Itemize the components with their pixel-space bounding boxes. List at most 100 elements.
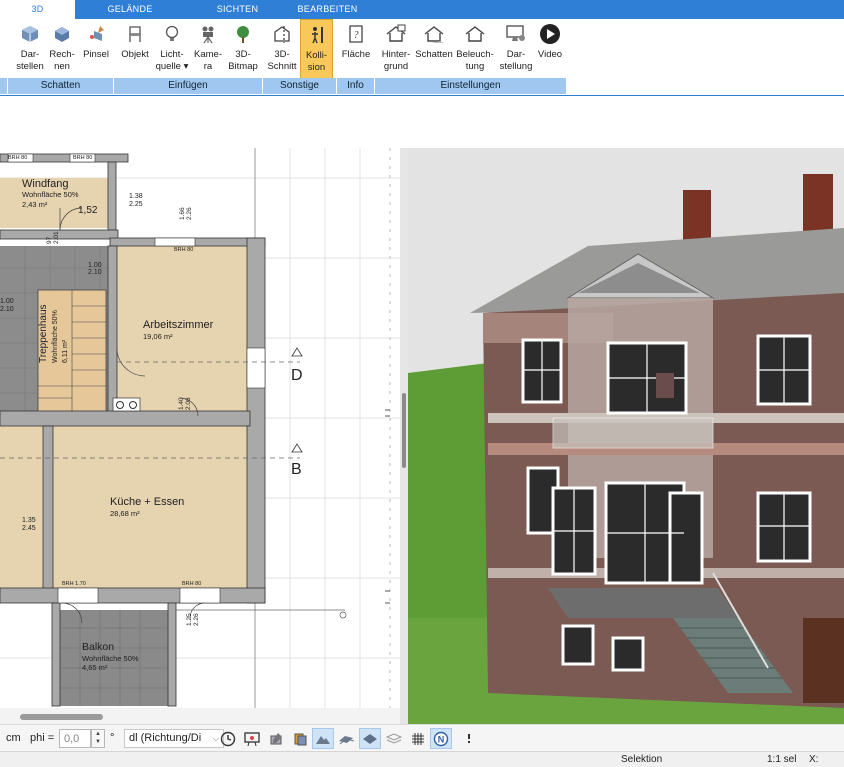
phi-input[interactable] [59,729,91,748]
north-icon[interactable]: N [430,728,452,749]
3d-schnitt-label-1: 3D- [274,49,290,60]
splitter-handle[interactable] [402,393,406,468]
brh-label-2: BRH 80 [73,155,92,161]
arbeitszimmer-size: 19,06 m² [143,332,173,341]
plane-icon[interactable] [359,728,381,749]
tab-sichten[interactable]: SICHTEN [205,0,270,19]
dim-225: 2.25 [129,201,143,208]
direction-select[interactable]: dl (Richtung/Di ⌵ [124,729,224,748]
video-button[interactable]: Video [535,19,565,81]
ribbon-tab-bar: 3D GELÄNDE SICHTEN BEARBEITEN [0,0,844,19]
layers-icon[interactable] [383,728,405,749]
3d-schnitt-button[interactable]: 3D- Schnitt [265,19,299,81]
objekt-button[interactable]: Objekt [118,19,152,81]
scrollbar-thumb[interactable] [20,714,103,720]
dim-140: 1.40 [178,397,185,410]
dim-226-b: 2.26 [193,613,200,626]
windfang-size: 2,43 m² [22,200,48,209]
presentation-icon[interactable] [241,728,263,749]
tab-gelaende[interactable]: GELÄNDE [95,0,165,19]
schatten-label: Schatten [415,49,453,60]
group-sonstige: Sonstige [263,78,337,94]
kollision-button[interactable]: Kolli- sion [300,19,333,81]
house-background-icon [386,24,406,42]
tree-icon [237,26,249,43]
darstellung-button[interactable]: Dar- stellung [496,19,536,81]
terrain-icon[interactable] [312,728,334,749]
group-stub [0,78,8,94]
chevron-down-icon[interactable]: ▼ [92,738,104,746]
3d-schnitt-label-2: Schnitt [267,61,297,72]
more-vertical-icon[interactable] [458,728,480,749]
brh-label-5: BRH 80 [182,581,201,587]
dim-206: 2.06 [185,397,192,410]
plan-horizontal-scrollbar[interactable] [0,708,400,724]
group-info: Info [337,78,375,94]
brh-label-3: BRH 80 [174,247,193,253]
dim-97: 97 [46,236,53,244]
chevron-up-icon[interactable]: ▲ [92,730,104,738]
lichtquelle-button[interactable]: Licht- quelle ▾ [154,19,190,81]
chair-icon [129,26,141,42]
phi-stepper[interactable]: ▲ ▼ [91,729,105,748]
rechnen-button[interactable]: Rech- nen [47,19,77,81]
rechnen-label-2: nen [54,61,70,72]
treppenhaus-area: Wohnfläche 50% [52,310,59,363]
treppenhaus-name: Treppenhaus [38,304,49,363]
brh-label-1: BRH 80 [8,155,27,161]
hintergrund-label-1: Hinter- [381,49,411,60]
section-marker-b: B [291,461,302,478]
flaeche-button[interactable]: ? Fläche [339,19,373,81]
darstellen-button[interactable]: Dar- stellen [12,19,48,81]
status-x-coordinate: X: [809,754,819,765]
clock-icon[interactable] [217,728,239,749]
darstellung-label-1: Dar- [506,49,526,60]
tab-bearbeiten[interactable]: BEARBEITEN [290,0,365,19]
darstellung-label-2: stellung [499,61,533,72]
objekt-label: Objekt [121,49,149,60]
hintergrund-button[interactable]: Hinter- grund [378,19,414,81]
kollision-label-1: Kolli- [305,50,328,61]
grid-icon[interactable] [407,728,429,749]
view-splitter[interactable] [400,148,408,724]
section-cut-icon [274,26,290,43]
play-video-icon [540,24,560,44]
beleuchtung-label-2: tung [465,61,485,72]
dim-201: 2.01 [53,231,60,244]
left-room-floor [0,426,43,588]
video-label: Video [537,49,563,60]
group-einfuegen: Einfügen [114,78,263,94]
3d-bitmap-button[interactable]: 3D- Bitmap [225,19,261,81]
beleuchtung-label-1: Beleuch- [456,49,494,60]
dim-138: 1.38 [129,193,143,200]
tab-3d[interactable]: 3D [0,0,75,19]
dim-100-b: 1.00 [0,298,14,305]
bottom-toolbar: cm phi = ▲ ▼ ° dl (Richtung/Di⌵ N [0,724,844,751]
area-info-icon: ? [349,25,363,43]
dim-166: 1.66 [179,207,186,220]
balkon-size: 4,65 m² [82,663,108,672]
beleuchtung-button[interactable]: Beleuch- tung [455,19,495,81]
svg-text:?: ? [354,30,359,41]
hintergrund-label-2: grund [383,61,409,72]
dim-152: 1,52 [78,205,98,216]
light-bulb-icon [165,25,179,41]
3d-view[interactable] [408,148,844,724]
stack-icon[interactable] [289,728,311,749]
dim-100-a: 1.00 [88,262,102,269]
pencil-layers-icon[interactable] [265,728,287,749]
status-mode: Selektion [621,754,663,765]
unit-label: cm [6,732,21,744]
treppenhaus-size: 6,11 m² [62,339,69,363]
group-einstellungen: Einstellungen [375,78,567,94]
pinsel-button[interactable]: Pinsel [80,19,112,81]
lichtquelle-label-2: quelle ▾ [155,61,189,72]
tiles-icon[interactable] [335,728,357,749]
windfang-name: Windfang [22,178,68,190]
floor-plan-view[interactable]: Windfang Wohnfläche 50% 2,43 m² Arbeitsz… [0,148,400,708]
kollision-label-2: sion [307,62,326,73]
direction-select-value: dl (Richtung/Di [129,732,202,744]
schatten-button[interactable]: Schatten [414,19,454,81]
phi-label: phi = [30,732,55,744]
kamera-button[interactable]: Kame- ra [192,19,224,81]
